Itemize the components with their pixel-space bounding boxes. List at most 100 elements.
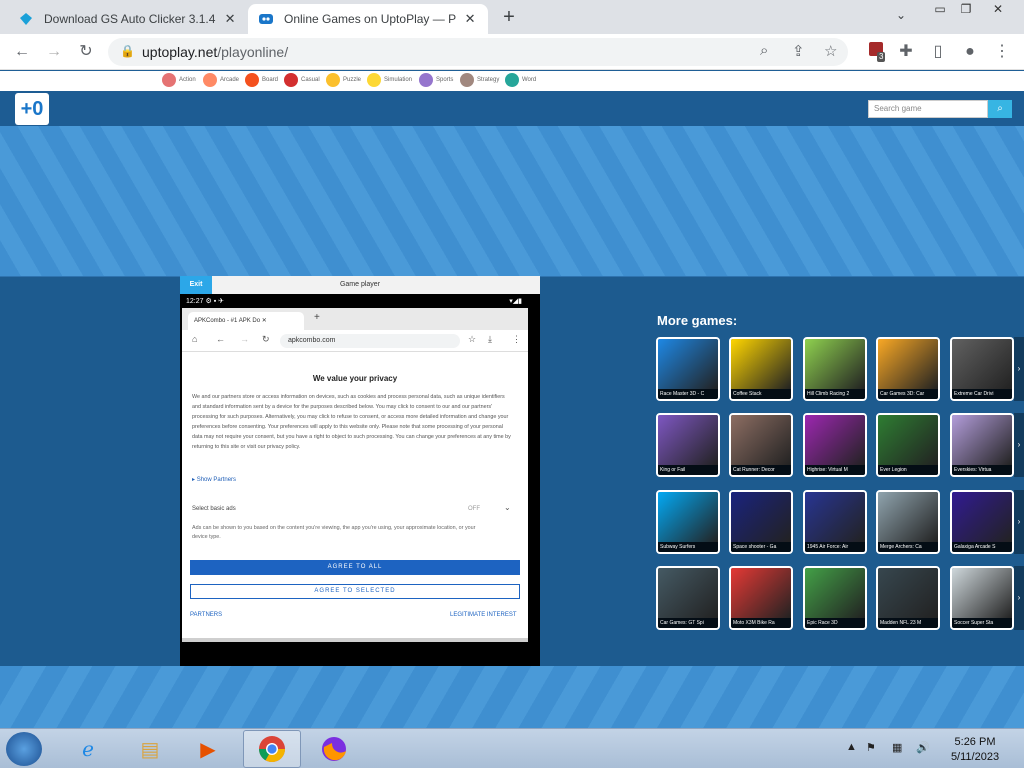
game-tile[interactable]: Hill Climb Racing 2: [803, 337, 867, 401]
side-panel-icon[interactable]: ▯: [926, 40, 950, 64]
start-button[interactable]: [6, 732, 42, 766]
volume-icon[interactable]: 🔊: [916, 741, 930, 754]
share-icon[interactable]: ⇪: [792, 42, 805, 60]
category-label: Simulation: [384, 77, 413, 83]
reload-icon[interactable]: ↻: [74, 40, 98, 64]
mobile-address-bar[interactable]: apkcombo.com: [280, 334, 460, 348]
game-tile[interactable]: Space shooter - Ga: [729, 490, 793, 554]
mobile-tab-title: APKCombo - #1 APK Do: [194, 318, 261, 324]
game-tile[interactable]: Coffee Stack: [729, 337, 793, 401]
file-explorer-icon[interactable]: ▤: [132, 733, 168, 765]
agree-to-all-button[interactable]: AGREE TO ALL: [190, 560, 520, 575]
category-bar: Action Arcade Board Casual Puzzle Simula…: [0, 71, 1024, 91]
exit-button[interactable]: Exit: [180, 276, 212, 294]
strategy-icon: [460, 73, 474, 87]
tab-close-icon[interactable]: ✕: [222, 11, 238, 27]
mobile-menu-icon[interactable]: ⋮: [512, 334, 521, 345]
internet-explorer-icon[interactable]: ℯ: [70, 733, 106, 765]
game-tile[interactable]: 1945 Air Force: Air: [803, 490, 867, 554]
home-icon[interactable]: ⌂: [192, 334, 197, 344]
mobile-tab[interactable]: APKCombo - #1 APK Do ✕: [188, 312, 304, 330]
scroll-right-arrow-icon[interactable]: ›: [1014, 490, 1024, 554]
game-tile[interactable]: Subway Surfers: [656, 490, 720, 554]
category-action[interactable]: Action: [162, 73, 196, 87]
game-tile[interactable]: Soccer Super Sta: [950, 566, 1014, 630]
search-icon[interactable]: ⌕: [988, 100, 1012, 118]
player-header: Game player: [180, 276, 540, 294]
game-thumbnail: [878, 415, 938, 465]
legitimate-interest-link[interactable]: LEGITIMATE INTEREST: [450, 612, 517, 618]
back-icon[interactable]: ←: [216, 334, 225, 344]
menu-kebab-icon[interactable]: ⋮: [990, 40, 1014, 64]
game-tile[interactable]: Car Games 3D: Car: [876, 337, 940, 401]
game-tile[interactable]: Madden NFL 23 M: [876, 566, 940, 630]
show-hidden-icons-icon[interactable]: ▲: [846, 741, 857, 753]
agree-to-selected-button[interactable]: AGREE TO SELECTED: [190, 584, 520, 599]
game-tile[interactable]: Galaxiga Arcade S: [950, 490, 1014, 554]
scroll-right-arrow-icon[interactable]: ›: [1014, 337, 1024, 401]
game-thumbnail: [878, 339, 938, 389]
category-board[interactable]: Board: [245, 73, 278, 87]
forward-arrow-icon[interactable]: →: [42, 40, 66, 64]
category-word[interactable]: Word: [505, 73, 536, 87]
category-simulation[interactable]: Simulation: [367, 73, 412, 87]
category-puzzle[interactable]: Puzzle: [326, 73, 361, 87]
restore-window-icon[interactable]: ❐: [954, 1, 978, 17]
game-tile[interactable]: Car Games: GT Spi: [656, 566, 720, 630]
game-tile[interactable]: Merge Archers: Ca: [876, 490, 940, 554]
download-icon[interactable]: ⤓: [488, 334, 492, 345]
game-tile[interactable]: Race Master 3D - C: [656, 337, 720, 401]
game-tile[interactable]: Highrise: Virtual M: [803, 413, 867, 477]
profile-avatar-icon[interactable]: ●: [958, 40, 982, 64]
game-tile[interactable]: Extreme Car Drivi: [950, 337, 1014, 401]
category-sports[interactable]: Sports: [419, 73, 453, 87]
forward-icon[interactable]: →: [240, 334, 249, 344]
partners-link[interactable]: PARTNERS: [190, 612, 222, 618]
basic-ads-toggle[interactable]: OFF: [468, 506, 480, 512]
game-tile[interactable]: Ever Legion: [876, 413, 940, 477]
game-tile[interactable]: Moto X3M Bike Ra: [729, 566, 793, 630]
bookmark-star-icon[interactable]: ☆: [824, 42, 837, 60]
scroll-right-arrow-icon[interactable]: ›: [1014, 413, 1024, 477]
game-tile[interactable]: Epic Race 3D: [803, 566, 867, 630]
media-player-icon[interactable]: ▶: [190, 733, 226, 765]
chrome-icon[interactable]: [254, 733, 290, 765]
browser-toolbar: ← → ↻ 🔒 uptoplay.net/playonline/ ⌕ ⇪ ☆ 3…: [0, 34, 1024, 70]
simulation-icon: [367, 73, 381, 87]
reload-icon[interactable]: ↻: [262, 334, 270, 345]
category-arcade[interactable]: Arcade: [203, 73, 239, 87]
game-thumbnail: [658, 492, 718, 542]
chevron-down-icon[interactable]: ⌄: [504, 503, 511, 512]
scroll-right-arrow-icon[interactable]: ›: [1014, 566, 1024, 630]
minimize-window-icon[interactable]: ▭: [928, 1, 952, 17]
new-tab-button[interactable]: +: [498, 6, 520, 28]
address-bar[interactable]: 🔒 uptoplay.net/playonline/ ⌕ ⇪ ☆: [108, 38, 848, 66]
arcade-icon: [203, 73, 217, 87]
tab-search-chevron-icon[interactable]: ⌄: [896, 8, 906, 22]
show-partners-link[interactable]: ▸ Show Partners: [192, 476, 236, 483]
tab-gs-auto-clicker[interactable]: Download GS Auto Clicker 3.1.4 for ✕: [8, 4, 248, 34]
network-icon[interactable]: ▦: [892, 741, 902, 754]
game-tile[interactable]: King or Fail: [656, 413, 720, 477]
firefox-icon[interactable]: [316, 733, 352, 765]
star-icon[interactable]: ☆: [468, 334, 476, 345]
game-tile[interactable]: Cat Runner: Decor: [729, 413, 793, 477]
taskbar-clock[interactable]: 5:26 PM 5/11/2023: [940, 735, 1010, 765]
action-center-flag-icon[interactable]: ⚑: [866, 741, 876, 754]
game-title: Cat Runner: Decor: [731, 465, 791, 475]
game-tile[interactable]: Everskies: Virtua: [950, 413, 1014, 477]
extension-icon[interactable]: 3: [864, 40, 888, 64]
mobile-new-tab-icon[interactable]: +: [314, 312, 320, 323]
tab-uptoplay[interactable]: Online Games on UptoPlay — Play ✕: [248, 4, 488, 34]
close-window-icon[interactable]: ✕: [986, 1, 1010, 17]
emulated-phone-screen[interactable]: 12:27 ⚙ ▪ ✈ ▾◢▮ APKCombo - #1 APK Do ✕ + …: [182, 296, 528, 642]
search-input[interactable]: Search game: [868, 100, 988, 118]
uptoplay-logo[interactable]: +0: [15, 93, 49, 125]
category-strategy[interactable]: Strategy: [460, 73, 499, 87]
category-label: Action: [179, 77, 196, 83]
back-arrow-icon[interactable]: ←: [10, 40, 34, 64]
category-casual[interactable]: Casual: [284, 73, 320, 87]
extensions-puzzle-icon[interactable]: ✚: [894, 40, 918, 64]
zoom-icon[interactable]: ⌕: [760, 42, 768, 59]
tab-close-icon[interactable]: ✕: [462, 11, 478, 27]
